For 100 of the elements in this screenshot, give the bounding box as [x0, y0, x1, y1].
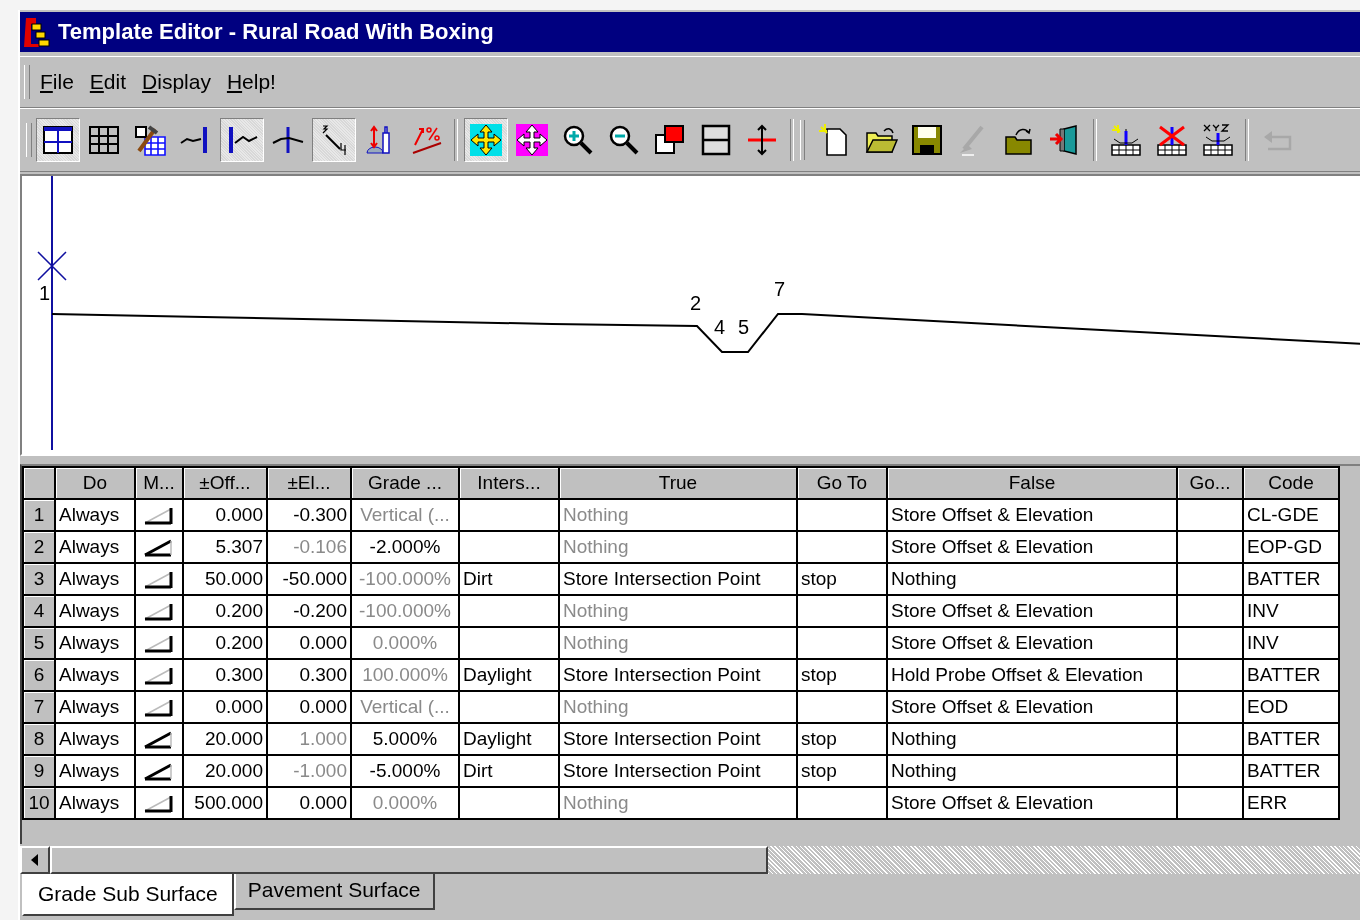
table-cell[interactable] — [1177, 723, 1243, 755]
table-cell[interactable]: Always — [55, 531, 135, 563]
column-header[interactable]: Code — [1243, 467, 1339, 499]
sheet-tab[interactable]: Pavement Surface — [233, 874, 435, 910]
table-cell[interactable]: 20.000 — [183, 723, 267, 755]
table-cell[interactable]: 0.300 — [183, 659, 267, 691]
column-header[interactable]: True — [559, 467, 797, 499]
menu-item[interactable]: Display — [134, 70, 219, 94]
table-cell[interactable]: EOP-GD — [1243, 531, 1339, 563]
table-cell[interactable]: Nothing — [887, 723, 1177, 755]
table-cell[interactable] — [135, 627, 183, 659]
table-cell[interactable]: BATTER — [1243, 723, 1339, 755]
column-header[interactable]: M... — [135, 467, 183, 499]
table-cell[interactable]: stop — [797, 755, 887, 787]
table-cell[interactable]: Daylight — [459, 659, 559, 691]
table-cell[interactable]: Always — [55, 595, 135, 627]
scrollbar-thumb[interactable] — [50, 846, 768, 874]
table-cell[interactable] — [459, 499, 559, 531]
row-header[interactable]: 8 — [23, 723, 55, 755]
table-cell[interactable] — [1177, 691, 1243, 723]
table-cell[interactable] — [797, 499, 887, 531]
table-cell[interactable]: Dirt — [459, 755, 559, 787]
table-cell[interactable]: Always — [55, 627, 135, 659]
table-cell[interactable]: ERR — [1243, 787, 1339, 819]
drawing-canvas[interactable]: 1 2 4 5 7 — [20, 174, 1360, 456]
column-header[interactable]: ±Off... — [183, 467, 267, 499]
table-cell[interactable] — [135, 723, 183, 755]
table-cell[interactable] — [459, 627, 559, 659]
table-cell[interactable]: Hold Probe Offset & Elevation — [887, 659, 1177, 691]
column-header[interactable]: Grade ... — [351, 467, 459, 499]
toolbar-button[interactable] — [464, 118, 508, 162]
row-header[interactable]: 3 — [23, 563, 55, 595]
table-cell[interactable] — [1177, 499, 1243, 531]
row-header[interactable]: 2 — [23, 531, 55, 563]
table-cell[interactable] — [135, 499, 183, 531]
scroll-left-button[interactable] — [20, 846, 50, 874]
table-cell[interactable] — [459, 595, 559, 627]
table-cell[interactable]: Always — [55, 659, 135, 691]
toolbar-grip[interactable] — [26, 123, 32, 157]
table-cell[interactable]: 0.000 — [267, 787, 351, 819]
column-header[interactable]: Do — [55, 467, 135, 499]
table-cell[interactable] — [1177, 627, 1243, 659]
column-header[interactable]: Go... — [1177, 467, 1243, 499]
table-cell[interactable]: -5.000% — [351, 755, 459, 787]
row-header[interactable]: 5 — [23, 627, 55, 659]
table-cell[interactable]: 20.000 — [183, 755, 267, 787]
table-cell[interactable]: CL-GDE — [1243, 499, 1339, 531]
table-cell[interactable] — [797, 531, 887, 563]
table-cell[interactable] — [135, 659, 183, 691]
table-cell[interactable]: stop — [797, 563, 887, 595]
table-cell[interactable]: Nothing — [887, 755, 1177, 787]
table-cell[interactable]: Always — [55, 723, 135, 755]
table-cell[interactable] — [135, 531, 183, 563]
table-cell[interactable] — [135, 563, 183, 595]
table-cell[interactable]: BATTER — [1243, 563, 1339, 595]
column-header[interactable]: Inters... — [459, 467, 559, 499]
table-cell[interactable] — [1177, 755, 1243, 787]
table-cell[interactable]: Nothing — [887, 563, 1177, 595]
table-cell[interactable]: -0.200 — [267, 595, 351, 627]
table-cell[interactable]: Dirt — [459, 563, 559, 595]
table-cell[interactable]: 0.200 — [183, 627, 267, 659]
table-cell[interactable] — [797, 627, 887, 659]
table-cell[interactable]: Always — [55, 787, 135, 819]
table-cell[interactable]: Store Offset & Elevation — [887, 627, 1177, 659]
table-cell[interactable]: 50.000 — [183, 563, 267, 595]
table-cell[interactable]: Always — [55, 563, 135, 595]
table-cell[interactable] — [135, 691, 183, 723]
row-header[interactable]: 1 — [23, 499, 55, 531]
table-cell[interactable]: 0.000 — [183, 691, 267, 723]
table-cell[interactable]: 500.000 — [183, 787, 267, 819]
table-cell[interactable]: stop — [797, 659, 887, 691]
table-cell[interactable]: -0.300 — [267, 499, 351, 531]
table-cell[interactable]: 0.000 — [183, 499, 267, 531]
table-cell[interactable]: BATTER — [1243, 755, 1339, 787]
row-header[interactable]: 9 — [23, 755, 55, 787]
table-cell[interactable] — [797, 595, 887, 627]
table-cell[interactable]: Store Intersection Point — [559, 723, 797, 755]
table-cell[interactable]: stop — [797, 723, 887, 755]
table-cell[interactable]: INV — [1243, 627, 1339, 659]
table-cell[interactable] — [459, 531, 559, 563]
table-cell[interactable] — [1177, 787, 1243, 819]
table-cell[interactable]: 0.300 — [267, 659, 351, 691]
table-cell[interactable] — [1177, 659, 1243, 691]
table-cell[interactable] — [459, 691, 559, 723]
table-cell[interactable]: Store Intersection Point — [559, 659, 797, 691]
table-cell[interactable]: Store Offset & Elevation — [887, 499, 1177, 531]
table-cell[interactable]: BATTER — [1243, 659, 1339, 691]
table-cell[interactable] — [1177, 595, 1243, 627]
table-cell[interactable]: Store Offset & Elevation — [887, 531, 1177, 563]
table-cell[interactable]: Store Intersection Point — [559, 755, 797, 787]
table-cell[interactable]: 0.000 — [267, 627, 351, 659]
table-cell[interactable]: EOD — [1243, 691, 1339, 723]
table-cell[interactable]: 5.000% — [351, 723, 459, 755]
table-cell[interactable]: Always — [55, 691, 135, 723]
toolbar-button[interactable] — [36, 118, 80, 162]
table-cell[interactable]: Daylight — [459, 723, 559, 755]
row-header[interactable]: 7 — [23, 691, 55, 723]
toolbar-grip[interactable] — [24, 65, 30, 99]
table-cell[interactable] — [135, 595, 183, 627]
row-header[interactable]: 6 — [23, 659, 55, 691]
